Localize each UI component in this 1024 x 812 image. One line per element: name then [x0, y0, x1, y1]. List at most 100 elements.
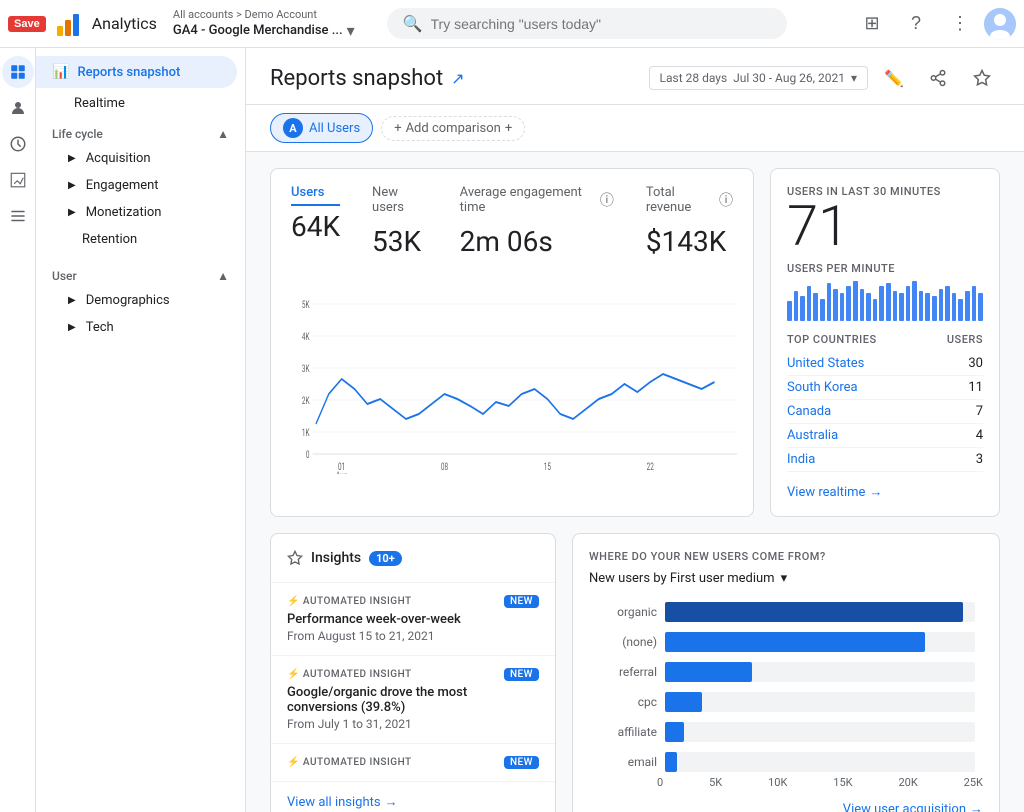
- sidebar-realtime-label: Realtime: [52, 96, 125, 111]
- insight-title: Google/organic drove the most conversion…: [287, 685, 539, 715]
- search-input[interactable]: [431, 16, 771, 32]
- more-options-button[interactable]: ⋮: [940, 4, 980, 44]
- account-selector[interactable]: GA4 - Google Merchandise ... ▾: [173, 21, 355, 40]
- insight-type: ⚡ AUTOMATED INSIGHT New: [287, 595, 539, 608]
- metrics-section: Users 64K New users 53K Average engageme…: [271, 169, 753, 286]
- search-bar[interactable]: 🔍: [387, 8, 787, 39]
- mini-bar: [873, 299, 878, 321]
- sidebar-item-monetization[interactable]: ▶ Monetization: [36, 199, 245, 226]
- revenue-info-icon[interactable]: ⓘ: [719, 190, 733, 210]
- chart-title: New users by First user medium: [589, 571, 775, 586]
- country-name: Australia: [787, 428, 838, 443]
- insight-type-label: ⚡ AUTOMATED INSIGHT: [287, 669, 412, 680]
- view-all-insights-link[interactable]: View all insights →: [271, 782, 555, 812]
- x-axis-label: 0: [657, 776, 663, 789]
- sidebar-item-retention[interactable]: Retention: [36, 226, 245, 253]
- lifecycle-label: Life cycle: [52, 127, 103, 141]
- svg-text:5K: 5K: [302, 300, 310, 312]
- monetization-label: Monetization: [86, 205, 162, 220]
- top-row: Users 64K New users 53K Average engageme…: [270, 168, 1000, 517]
- realtime-card: USERS IN LAST 30 MINUTES 71 USERS PER MI…: [770, 168, 1000, 517]
- edit-icon[interactable]: ✏️: [876, 60, 912, 96]
- top-icons: ⊞ ? ⋮: [852, 4, 1016, 44]
- breadcrumb: All accounts > Demo Account: [173, 8, 351, 21]
- bar-fill: [665, 662, 752, 682]
- apps-icon-button[interactable]: ⊞: [852, 4, 892, 44]
- new-badge: New: [504, 668, 539, 681]
- nav-icon-realtime[interactable]: [2, 128, 34, 160]
- view-acquisition-link[interactable]: View user acquisition →: [589, 801, 983, 812]
- svg-text:Aug: Aug: [336, 471, 348, 474]
- sidebar-item-reports-snapshot[interactable]: 📊 Reports snapshot: [36, 56, 237, 88]
- bar-label: cpc: [597, 695, 657, 709]
- insight-item[interactable]: ⚡ AUTOMATED INSIGHT New Performance week…: [271, 583, 555, 656]
- sidebar-item-tech[interactable]: ▶ Tech: [36, 314, 245, 341]
- all-users-label: All Users: [309, 121, 360, 136]
- revenue-label: Total revenue ⓘ: [646, 185, 733, 221]
- country-count: 7: [976, 404, 983, 419]
- filter-bar: A All Users + Add comparison +: [246, 105, 1024, 152]
- nav-icon-lifecycle[interactable]: [2, 164, 34, 196]
- new-badge: New: [504, 756, 539, 769]
- bar-fill: [665, 602, 963, 622]
- sidebar-section-user[interactable]: User ▲: [36, 261, 245, 287]
- account-name: GA4 - Google Merchandise ...: [173, 23, 343, 38]
- new-users-value: 53K: [372, 225, 428, 258]
- view-realtime-link[interactable]: View realtime →: [787, 484, 983, 500]
- sidebar-item-demographics[interactable]: ▶ Demographics: [36, 287, 245, 314]
- main-content: Reports snapshot ↗ Last 28 days Jul 30 -…: [246, 48, 1024, 812]
- date-range-picker[interactable]: Last 28 days Jul 30 - Aug 26, 2021 ▾: [649, 66, 868, 90]
- sidebar-section-lifecycle[interactable]: Life cycle ▲: [36, 119, 245, 145]
- mini-bar: [978, 293, 983, 321]
- x-axis-label: 20K: [898, 776, 917, 789]
- chevron-down-icon: ▾: [347, 21, 355, 40]
- mini-bar: [813, 293, 818, 321]
- country-row[interactable]: India3: [787, 448, 983, 472]
- bar-label: referral: [597, 665, 657, 679]
- insights-star-icon[interactable]: [964, 60, 1000, 96]
- country-row[interactable]: Canada7: [787, 400, 983, 424]
- help-icon-button[interactable]: ?: [896, 4, 936, 44]
- sidebar-item-realtime[interactable]: Realtime: [36, 88, 237, 119]
- mini-bar: [939, 289, 944, 321]
- x-axis-label: 5K: [709, 776, 722, 789]
- share-icon[interactable]: [920, 60, 956, 96]
- mini-bar: [919, 291, 924, 321]
- date-label: Last 28 days: [660, 71, 728, 85]
- save-button[interactable]: Save: [8, 16, 46, 32]
- where-users-card: WHERE DO YOUR NEW USERS COME FROM? New u…: [572, 533, 1000, 812]
- add-comparison-button[interactable]: + Add comparison +: [381, 116, 525, 141]
- users-col-label: USERS: [947, 333, 983, 346]
- reports-icon: 📊: [52, 64, 69, 80]
- bar-track: [665, 752, 975, 772]
- revenue-value: $143K: [646, 225, 733, 258]
- user-avatar[interactable]: [984, 8, 1016, 40]
- country-row[interactable]: United States30: [787, 352, 983, 376]
- sidebar-item-engagement[interactable]: ▶ Engagement: [36, 172, 245, 199]
- svg-text:22: 22: [647, 462, 654, 474]
- country-row[interactable]: Australia4: [787, 424, 983, 448]
- nav-icon-home[interactable]: [2, 92, 34, 124]
- where-users-content: WHERE DO YOUR NEW USERS COME FROM? New u…: [573, 534, 999, 812]
- arrow-right-icon: →: [869, 484, 882, 500]
- arrow-right-icon: →: [970, 801, 983, 812]
- all-users-tag[interactable]: A All Users: [270, 113, 373, 143]
- country-row[interactable]: South Korea11: [787, 376, 983, 400]
- country-name: South Korea: [787, 380, 858, 395]
- bar-row: organic: [597, 602, 975, 622]
- arrow-right-icon: →: [385, 794, 398, 810]
- chart-title-row[interactable]: New users by First user medium ▾: [589, 571, 983, 586]
- metrics-chart-card: Users 64K New users 53K Average engageme…: [270, 168, 754, 517]
- insight-item[interactable]: ⚡ AUTOMATED INSIGHT New Google/organic d…: [271, 656, 555, 744]
- top-bar: Save Analytics All accounts > Demo Accou…: [0, 0, 1024, 48]
- insight-item[interactable]: ⚡ AUTOMATED INSIGHT New: [271, 744, 555, 782]
- nav-icon-reports[interactable]: [2, 56, 34, 88]
- engagement-label-text: Average engagement time: [460, 185, 596, 215]
- date-range-value: Jul 30 - Aug 26, 2021: [733, 71, 845, 85]
- app-title: Analytics: [92, 14, 157, 33]
- engagement-info-icon[interactable]: ⓘ: [600, 190, 614, 210]
- insights-badge: 10+: [369, 551, 402, 566]
- sidebar-item-acquisition[interactable]: ▶ Acquisition: [36, 145, 245, 172]
- mini-bar: [853, 281, 858, 321]
- nav-icon-explore[interactable]: [2, 200, 34, 232]
